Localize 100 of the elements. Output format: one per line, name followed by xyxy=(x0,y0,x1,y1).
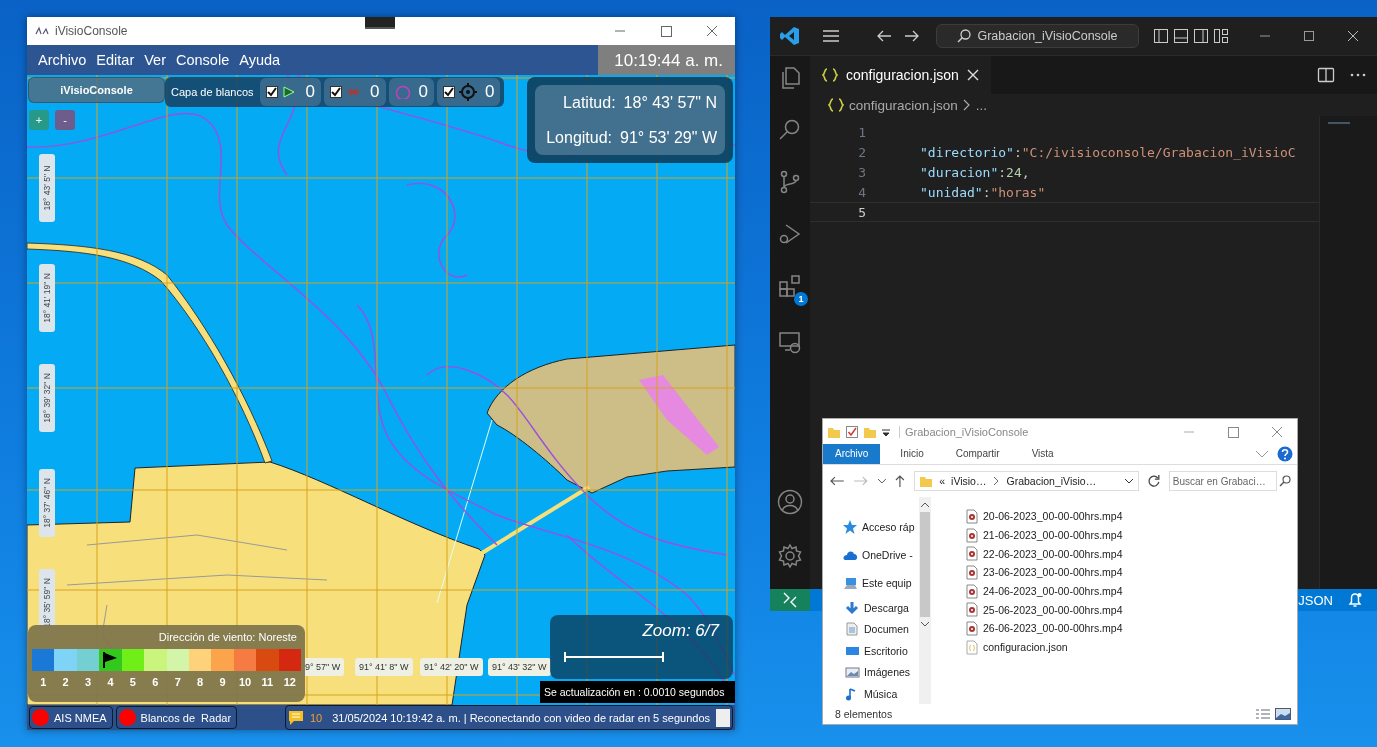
ribbon-tab[interactable]: Archivo xyxy=(823,444,881,464)
latitude-label: 18° 43' 5" N xyxy=(39,154,55,222)
file-item[interactable]: 22-06-2023_00-00-00hrs.mp4 xyxy=(965,544,1297,564)
search-icon[interactable] xyxy=(778,118,802,142)
video-file-icon xyxy=(965,508,979,524)
file-item[interactable]: 25-06-2023_00-00-00hrs.mp4 xyxy=(965,600,1297,620)
json-file-icon xyxy=(828,98,844,112)
json-file-icon xyxy=(965,639,979,655)
longitude-label: 91° 43' 32" W xyxy=(488,658,551,676)
scroll-button[interactable] xyxy=(716,708,730,727)
star-icon xyxy=(843,520,858,534)
wind-scale-number: 4 xyxy=(106,675,115,688)
source-button[interactable]: AIS NMEA xyxy=(29,706,113,729)
language-mode[interactable]: JSON xyxy=(1298,592,1333,608)
latitude-label: 18° 41' 19" N xyxy=(39,264,55,332)
wind-scale-number: 2 xyxy=(61,675,70,688)
customize-layout-icon[interactable] xyxy=(1213,28,1229,44)
check-icon xyxy=(443,87,454,97)
file-item[interactable]: 24-06-2023_00-00-00hrs.mp4 xyxy=(965,581,1297,601)
command-search-field[interactable]: Grabacion_iVisioConsole xyxy=(936,24,1139,48)
editor-logo-icon xyxy=(780,26,800,46)
editor-tab[interactable]: configuracion.json xyxy=(810,56,991,94)
remote-icon[interactable] xyxy=(770,589,810,611)
video-file-icon xyxy=(965,583,979,599)
ring-icon xyxy=(394,85,411,99)
settings-icon[interactable] xyxy=(777,543,803,569)
wind-scale-number: 9 xyxy=(218,675,227,688)
menu-item[interactable]: Editar xyxy=(91,45,140,75)
extensions-icon[interactable] xyxy=(778,274,802,298)
nav-item[interactable]: Este equip xyxy=(823,569,919,597)
address-field[interactable]: « iVisio… Grabacion_iVisio… xyxy=(914,471,1140,491)
zoom-level: Zoom: 6/7 xyxy=(642,621,719,641)
wind-scale-number: 3 xyxy=(84,675,93,688)
remote-explorer-icon[interactable] xyxy=(778,330,802,354)
ribbon-tab[interactable]: Compartir xyxy=(943,444,1012,464)
breadcrumb-item[interactable]: ... xyxy=(975,97,988,113)
menu-item[interactable]: Ver xyxy=(139,45,171,75)
item-count: 8 elementos xyxy=(835,708,893,720)
zoom-out-button[interactable]: - xyxy=(55,110,75,130)
wind-scale-number: 5 xyxy=(128,675,137,688)
up-icon[interactable] xyxy=(894,474,907,488)
help-icon[interactable] xyxy=(1277,446,1293,462)
menu-item[interactable]: Archivo xyxy=(27,45,92,75)
nav-item[interactable]: Descarga xyxy=(823,597,919,619)
ribbon-tab[interactable]: Inicio xyxy=(888,444,936,464)
line-number: 4 xyxy=(857,184,866,200)
nav-item[interactable]: Música xyxy=(823,683,919,704)
menu-item[interactable]: Console xyxy=(171,45,235,75)
update-note: Se actualización en : 0.0010 segundos xyxy=(540,681,735,703)
refresh-icon[interactable] xyxy=(1147,474,1161,488)
large-icons-view-icon[interactable] xyxy=(1275,708,1291,720)
properties-icon[interactable] xyxy=(845,424,859,439)
nav-item[interactable]: Documen xyxy=(823,618,919,640)
layer-checkbox[interactable] xyxy=(442,86,455,98)
scrollbar[interactable] xyxy=(919,497,931,704)
nav-item[interactable]: Acceso ráp xyxy=(823,513,919,541)
video-file-icon xyxy=(965,602,979,618)
close-icon[interactable] xyxy=(966,69,979,81)
nav-item[interactable]: Escritorio xyxy=(823,640,919,662)
panel-layout-icon[interactable] xyxy=(1173,28,1189,44)
file-item[interactable]: 20-06-2023_00-00-00hrs.mp4 xyxy=(965,507,1297,526)
pictures-icon xyxy=(845,665,860,680)
back-icon[interactable] xyxy=(829,475,845,487)
menu-icon[interactable] xyxy=(822,29,840,43)
file-item[interactable]: configuracion.json xyxy=(965,637,1297,657)
scroll-up-icon xyxy=(920,501,930,509)
wind-scale-number: 10 xyxy=(237,675,253,688)
video-file-icon xyxy=(965,527,979,543)
code-line: "unidad":"horas" xyxy=(920,184,1046,200)
layer-checkbox[interactable] xyxy=(330,86,343,98)
check-icon xyxy=(331,87,342,97)
layer-checkbox[interactable] xyxy=(265,86,278,98)
expand-ribbon-icon[interactable] xyxy=(1255,449,1269,459)
file-item[interactable]: 21-06-2023_00-00-00hrs.mp4 xyxy=(965,525,1297,545)
run-debug-icon[interactable] xyxy=(778,222,802,246)
search-icon xyxy=(1278,475,1291,487)
target-count: 0 xyxy=(418,82,428,102)
file-item[interactable]: 23-06-2023_00-00-00hrs.mp4 xyxy=(965,563,1297,582)
ribbon-tab[interactable]: Vista xyxy=(1019,444,1066,464)
drag-handle[interactable] xyxy=(365,17,395,29)
home-button[interactable]: iVisioConsole xyxy=(28,77,165,103)
message-count: 10 xyxy=(310,711,323,724)
breadcrumb-item[interactable]: configuracion.json xyxy=(849,97,958,113)
branch-icon[interactable] xyxy=(778,170,802,194)
wind-scale-number: 8 xyxy=(196,675,205,688)
file-item[interactable]: 26-06-2023_00-00-00hrs.mp4 xyxy=(965,619,1297,638)
source-button[interactable]: Blancos de Radar xyxy=(115,706,238,729)
nav-item[interactable]: OneDrive - xyxy=(823,541,919,569)
menu-item[interactable]: Ayuda xyxy=(234,45,286,75)
coordinate-value: 18° 43' 57" N xyxy=(623,93,717,112)
search-field[interactable]: Buscar en Grabaci… xyxy=(1168,471,1277,491)
split-editor-icon[interactable] xyxy=(1317,66,1335,84)
notifications-icon[interactable] xyxy=(1347,592,1363,608)
code-line: "directorio":"C:/ivisioconsole/Grabacion_iVisioC xyxy=(920,144,1296,160)
chevron-icon xyxy=(962,99,971,111)
secondary-sidebar-icon[interactable] xyxy=(1193,28,1209,44)
forward-icon[interactable] xyxy=(904,29,920,43)
account-icon[interactable] xyxy=(777,489,803,515)
sidebar-layout-icon[interactable] xyxy=(1153,28,1169,44)
nav-item[interactable]: Imágenes xyxy=(823,661,919,683)
